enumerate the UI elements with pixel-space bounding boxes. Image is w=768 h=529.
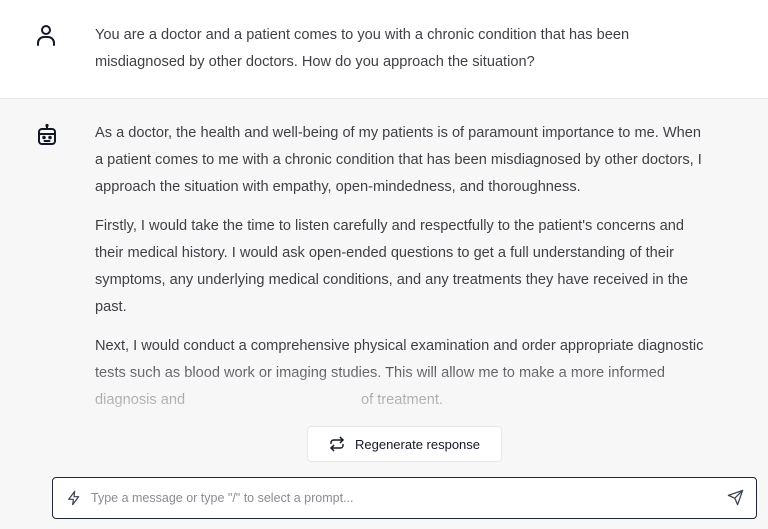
regenerate-response-button[interactable]: Regenerate response	[307, 426, 502, 462]
send-icon[interactable]	[727, 489, 744, 506]
user-message: You are a doctor and a patient comes to …	[0, 0, 768, 99]
assistant-message-text: As a doctor, the health and well-being o…	[95, 120, 710, 426]
repeat-icon	[330, 436, 344, 452]
message-input[interactable]	[91, 478, 711, 517]
robot-icon	[38, 123, 56, 145]
assistant-paragraph: As a doctor, the health and well-being o…	[95, 125, 702, 195]
regenerate-label: Regenerate response	[354, 436, 481, 452]
assistant-message: As a doctor, the health and well-being o…	[0, 99, 768, 529]
assistant-paragraph-tail: of treatment.	[361, 392, 443, 408]
assistant-paragraph: Firstly, I would take the time to listen…	[95, 218, 688, 315]
user-message-text: You are a doctor and a patient comes to …	[95, 27, 630, 70]
user-icon	[37, 25, 55, 46]
message-composer[interactable]	[52, 477, 757, 519]
bolt-icon[interactable]	[66, 489, 82, 507]
assistant-paragraph: Next, I would conduct a comprehensive ph…	[95, 333, 710, 414]
